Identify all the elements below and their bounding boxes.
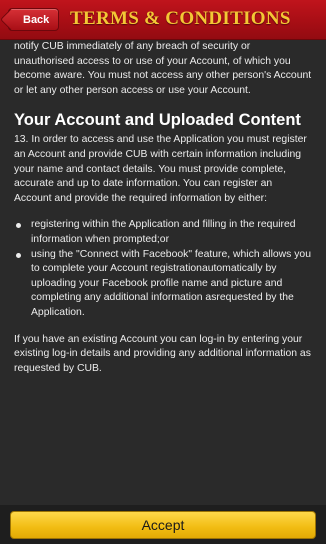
section-heading: Your Account and Uploaded Content: [14, 111, 301, 130]
list-item: registering within the Application and f…: [14, 218, 312, 247]
bullet-list: registering within the Application and f…: [14, 218, 312, 320]
terms-screen: Back TERMS & CONDITIONS notify CUB immed…: [0, 0, 326, 544]
section-paragraph: 13. In order to access and use the Appli…: [14, 134, 307, 204]
closing-paragraph: If you have an existing Account you can …: [14, 333, 311, 374]
list-item: using the "Connect with Facebook" featur…: [14, 248, 312, 321]
terms-content[interactable]: notify CUB immediately of any breach of …: [14, 40, 312, 388]
footer-bar: Accept: [0, 505, 326, 544]
page-title: TERMS & CONDITIONS: [70, 8, 291, 29]
back-button-label: Back: [23, 14, 50, 26]
accept-button[interactable]: Accept: [10, 511, 316, 539]
back-button[interactable]: Back: [8, 8, 60, 31]
nav-bar: Back TERMS & CONDITIONS: [0, 0, 326, 40]
intro-paragraph: notify CUB immediately of any breach of …: [14, 41, 312, 96]
